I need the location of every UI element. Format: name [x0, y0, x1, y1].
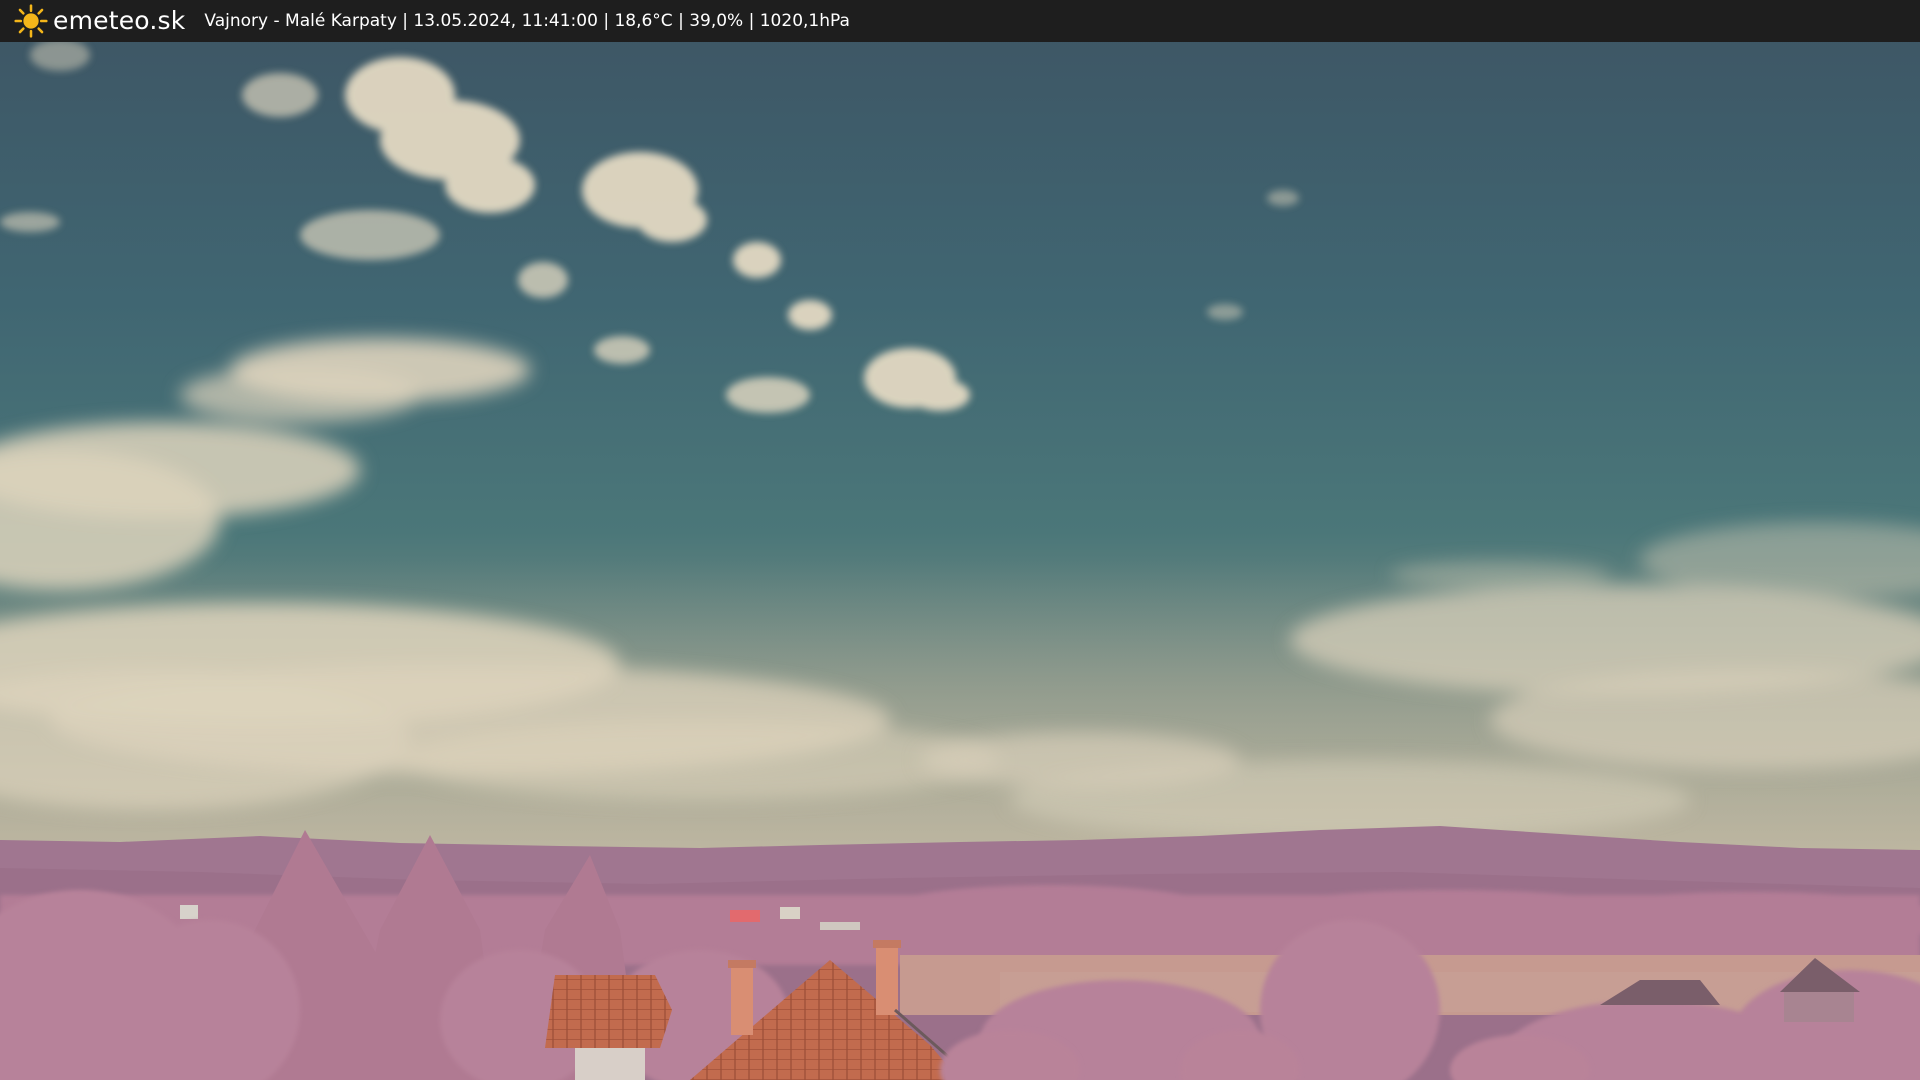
brand-name: emeteo.sk: [53, 6, 186, 35]
webcam-stage: emeteo.sk Vajnory - Malé Karpaty | 13.05…: [0, 0, 1920, 1080]
brand-logo[interactable]: emeteo.sk: [14, 0, 185, 42]
webcam-image: [0, 0, 1920, 1080]
station-info-text: Vajnory - Malé Karpaty | 13.05.2024, 11:…: [204, 11, 850, 31]
sun-icon: [14, 4, 48, 38]
webcam-title-bar: emeteo.sk Vajnory - Malé Karpaty | 13.05…: [0, 0, 1920, 42]
